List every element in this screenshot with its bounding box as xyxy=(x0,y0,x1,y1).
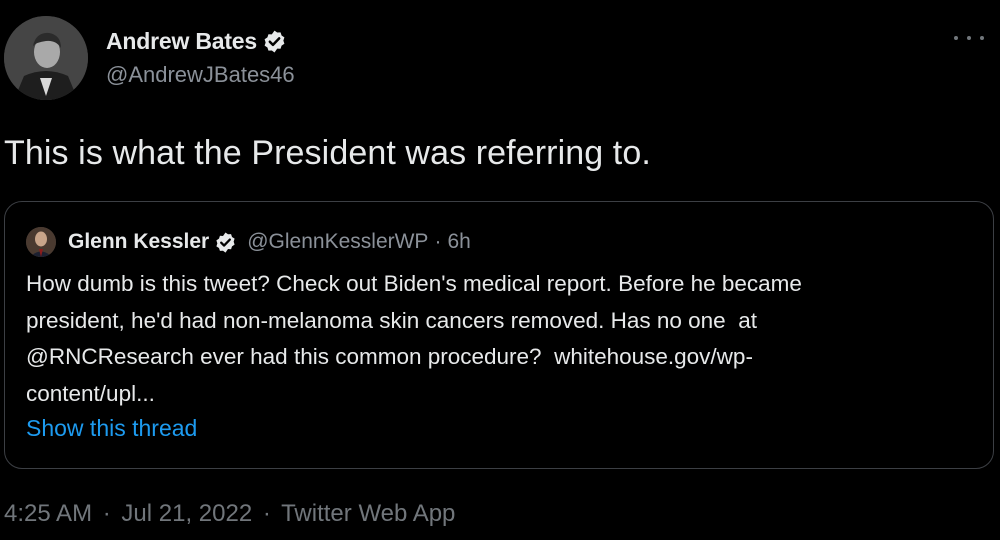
meta-separator: · xyxy=(434,230,442,253)
tweet-time-link[interactable]: 4:25 AM xyxy=(4,500,92,527)
tweet-source-link[interactable]: Twitter Web App xyxy=(281,500,455,527)
author-info: Andrew Bates @AndrewJBates46 xyxy=(106,26,295,88)
quoted-author-name: Glenn Kessler xyxy=(68,230,210,253)
tweet-date-link[interactable]: Jul 21, 2022 xyxy=(121,500,252,527)
verified-badge-icon xyxy=(214,231,237,254)
footer-separator: · xyxy=(262,500,271,527)
tweet-container: Andrew Bates @AndrewJBates46 This is wha… xyxy=(0,0,1000,540)
quoted-tweet-header: Glenn Kessler @GlennKesslerWP · 6h xyxy=(26,226,471,258)
more-options-icon[interactable] xyxy=(954,28,984,48)
quoted-tweet-text: How dumb is this tweet? Check out Biden'… xyxy=(26,271,802,406)
author-avatar[interactable] xyxy=(4,16,88,100)
author-avatar-image xyxy=(4,16,88,100)
author-name-row: Andrew Bates xyxy=(106,26,295,56)
verified-badge-icon xyxy=(262,29,287,54)
tweet-timestamp-row: 4:25 AM · Jul 21, 2022 · Twitter Web App xyxy=(4,500,455,528)
footer-separator: · xyxy=(102,500,111,527)
author-display-name[interactable]: Andrew Bates xyxy=(106,28,257,55)
quoted-author-handle: @GlennKesslerWP xyxy=(247,230,429,253)
quoted-author-avatar xyxy=(26,227,56,257)
quoted-tweet-card[interactable]: Glenn Kessler @GlennKesslerWP · 6h How d… xyxy=(4,201,994,469)
show-thread-link[interactable]: Show this thread xyxy=(26,415,197,442)
tweet-text: This is what the President was referring… xyxy=(4,134,651,172)
quoted-tweet-time: 6h xyxy=(447,230,471,253)
author-handle[interactable]: @AndrewJBates46 xyxy=(106,62,295,88)
